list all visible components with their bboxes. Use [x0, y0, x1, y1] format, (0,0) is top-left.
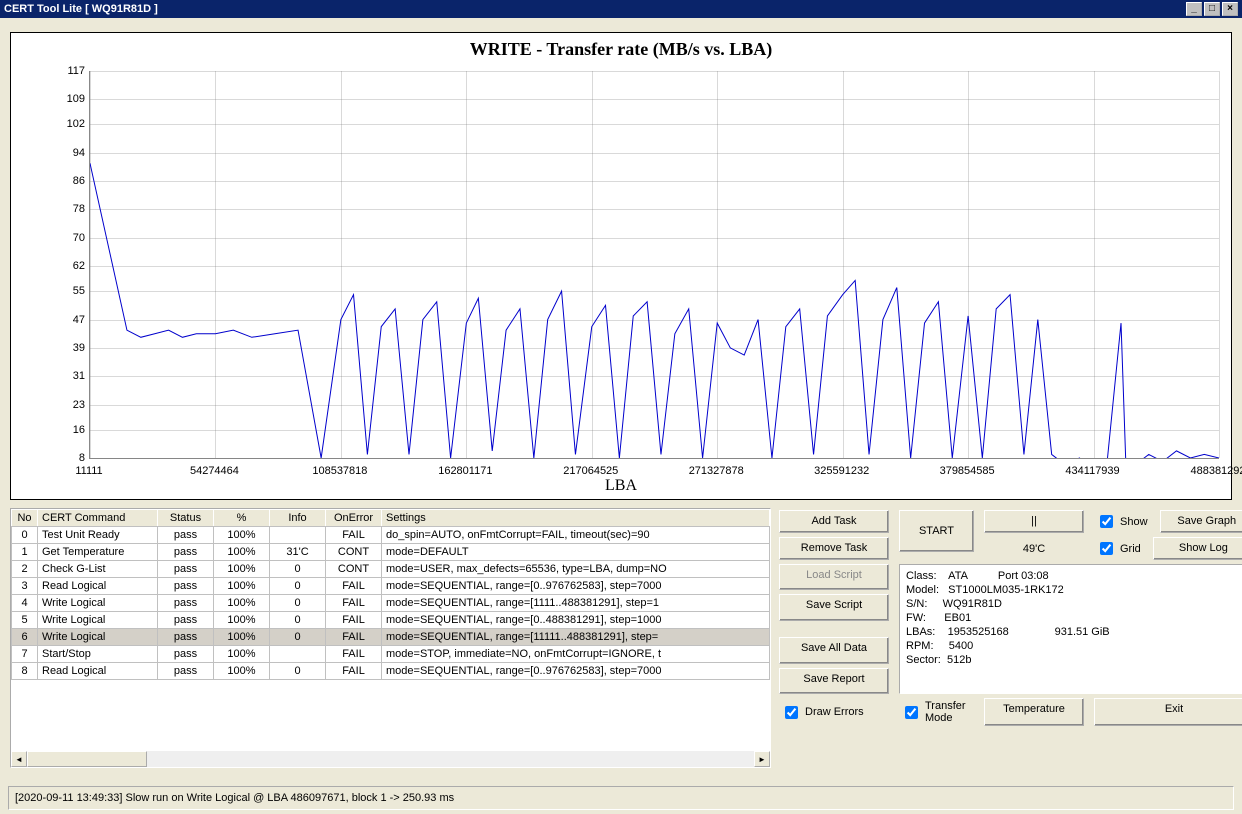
exit-button[interactable]: Exit [1094, 698, 1242, 726]
table-horizontal-scrollbar[interactable]: ◄ ► [11, 751, 770, 767]
chart-panel: WRITE - Transfer rate (MB/s vs. LBA) LBA… [10, 32, 1232, 500]
save-graph-button[interactable]: Save Graph [1160, 510, 1242, 533]
x-tick-label: 217064525 [563, 465, 618, 477]
y-tick-label: 78 [61, 203, 85, 215]
load-script-button[interactable]: Load Script [779, 564, 889, 590]
task-table[interactable]: NoCERT CommandStatus%InfoOnErrorSettings… [10, 508, 771, 768]
show-log-button[interactable]: Show Log [1153, 537, 1242, 560]
y-tick-label: 23 [61, 399, 85, 411]
window-maximize-button[interactable]: □ [1204, 2, 1220, 16]
table-row[interactable]: 7Start/Stoppass100%FAILmode=STOP, immedi… [12, 646, 770, 663]
column-header[interactable]: % [214, 510, 270, 527]
x-tick-label: 379854585 [940, 465, 995, 477]
window-title: CERT Tool Lite [ WQ91R81D ] [4, 3, 158, 15]
y-tick-label: 62 [61, 260, 85, 272]
window-titlebar: CERT Tool Lite [ WQ91R81D ] _ □ × [0, 0, 1242, 18]
table-row[interactable]: 3Read Logicalpass100%0FAILmode=SEQUENTIA… [12, 578, 770, 595]
y-tick-label: 86 [61, 175, 85, 187]
y-tick-label: 39 [61, 342, 85, 354]
save-report-button[interactable]: Save Report [779, 668, 889, 694]
table-row[interactable]: 4Write Logicalpass100%0FAILmode=SEQUENTI… [12, 595, 770, 612]
table-row[interactable]: 5Write Logicalpass100%0FAILmode=SEQUENTI… [12, 612, 770, 629]
y-tick-label: 109 [61, 93, 85, 105]
controls-panel: Add Task START || Show Save Graph Remove… [777, 508, 1232, 768]
x-tick-label: 325591232 [814, 465, 869, 477]
y-tick-label: 8 [61, 452, 85, 464]
show-checkbox[interactable]: Show [1094, 510, 1150, 533]
pause-button[interactable]: || [984, 510, 1084, 533]
y-tick-label: 47 [61, 314, 85, 326]
x-tick-label: 108537818 [312, 465, 367, 477]
column-header[interactable]: Settings [382, 510, 770, 527]
status-text: [2020-09-11 13:49:33] Slow run on Write … [15, 792, 454, 804]
temperature-button[interactable]: Temperature [984, 698, 1084, 726]
table-row[interactable]: 1Get Temperaturepass100%31'CCONTmode=DEF… [12, 544, 770, 561]
table-row[interactable]: 0Test Unit Readypass100%FAILdo_spin=AUTO… [12, 527, 770, 544]
y-tick-label: 16 [61, 424, 85, 436]
remove-task-button[interactable]: Remove Task [779, 537, 889, 560]
scroll-right-button[interactable]: ► [754, 751, 770, 767]
chart-title: WRITE - Transfer rate (MB/s vs. LBA) [11, 33, 1231, 62]
table-row[interactable]: 8Read Logicalpass100%0FAILmode=SEQUENTIA… [12, 663, 770, 680]
chart-plot-area[interactable] [89, 71, 1219, 459]
window-minimize-button[interactable]: _ [1186, 2, 1202, 16]
y-tick-label: 31 [61, 370, 85, 382]
grid-checkbox[interactable]: Grid [1094, 537, 1143, 560]
x-tick-label: 162801171 [438, 465, 492, 477]
x-tick-label: 54274464 [190, 465, 239, 477]
scroll-left-button[interactable]: ◄ [11, 751, 27, 767]
save-all-data-button[interactable]: Save All Data [779, 637, 889, 663]
drive-info-box: Class: ATA Port 03:08 Model: ST1000LM035… [899, 564, 1242, 694]
x-tick-label: 434117939 [1065, 465, 1119, 477]
column-header[interactable]: No [12, 510, 38, 527]
status-bar: [2020-09-11 13:49:33] Slow run on Write … [8, 786, 1234, 810]
save-script-button[interactable]: Save Script [779, 594, 889, 620]
x-tick-label: 271327878 [689, 465, 744, 477]
x-tick-label: 11111 [75, 465, 102, 477]
window-close-button[interactable]: × [1222, 2, 1238, 16]
table-row[interactable]: 2Check G-Listpass100%0CONTmode=USER, max… [12, 561, 770, 578]
transfer-mode-checkbox[interactable]: Transfer Mode [899, 698, 974, 726]
column-header[interactable]: CERT Command [38, 510, 158, 527]
y-tick-label: 117 [61, 65, 85, 77]
start-button[interactable]: START [899, 510, 974, 552]
table-row[interactable]: 6Write Logicalpass100%0FAILmode=SEQUENTI… [12, 629, 770, 646]
draw-errors-checkbox[interactable]: Draw Errors [779, 698, 889, 726]
y-tick-label: 94 [61, 147, 85, 159]
add-task-button[interactable]: Add Task [779, 510, 889, 533]
y-tick-label: 55 [61, 285, 85, 297]
chart-xlabel: LBA [605, 477, 637, 495]
y-tick-label: 102 [61, 118, 85, 130]
x-tick-label: 488381292 [1190, 465, 1242, 477]
column-header[interactable]: OnError [326, 510, 382, 527]
temperature-readout: 49'C [984, 537, 1084, 560]
scroll-thumb[interactable] [27, 751, 147, 767]
y-tick-label: 70 [61, 232, 85, 244]
column-header[interactable]: Info [270, 510, 326, 527]
column-header[interactable]: Status [158, 510, 214, 527]
